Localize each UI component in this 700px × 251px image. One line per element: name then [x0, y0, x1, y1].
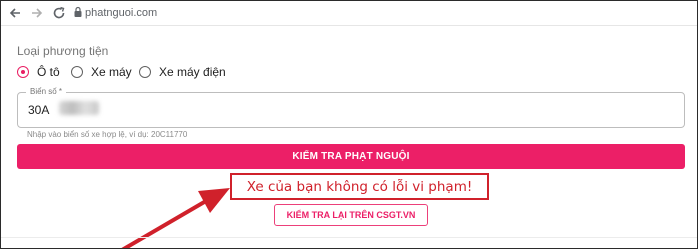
- result-highlight-box: Xe của bạn không có lỗi vi phạm!: [230, 173, 489, 200]
- plate-field-label: Biển số *: [26, 87, 67, 96]
- annotation-arrow-icon: [121, 188, 230, 248]
- back-arrow-icon[interactable]: [7, 5, 23, 21]
- radio-circle[interactable]: [17, 66, 29, 78]
- radio-circle[interactable]: [139, 66, 151, 78]
- lock-icon: [74, 6, 82, 17]
- plate-helper-text: Nhập vào biển số xe hợp lệ, ví dụ: 20C11…: [27, 130, 188, 139]
- blurred-plate-digits: [59, 101, 99, 115]
- reload-icon[interactable]: [51, 5, 67, 21]
- plate-number-value[interactable]: 30A: [28, 103, 49, 117]
- check-fines-button[interactable]: KIỂM TRA PHẠT NGUỘI: [17, 144, 685, 169]
- divider: [1, 237, 697, 238]
- vehicle-type-label: Loại phương tiện: [17, 44, 109, 58]
- result-message: Xe của bạn không có lỗi vi phạm!: [246, 178, 473, 195]
- plate-number-field[interactable]: Biển số * 30A: [17, 87, 685, 128]
- screenshot-frame: phatnguoi.com Loại phương tiện Ô tô Xe m…: [0, 0, 698, 249]
- radio-circle[interactable]: [71, 66, 83, 78]
- radio-motorbike[interactable]: Xe máy: [71, 63, 132, 81]
- recheck-csgt-button[interactable]: KIỂM TRA LẠI TRÊN CSGT.VN: [274, 204, 428, 226]
- radio-car[interactable]: Ô tô: [17, 63, 60, 81]
- radio-label: Xe máy: [91, 65, 132, 79]
- forward-arrow-icon[interactable]: [29, 5, 45, 21]
- radio-label: Xe máy điện: [159, 65, 226, 79]
- browser-toolbar: phatnguoi.com: [1, 1, 697, 26]
- page-content: Loại phương tiện Ô tô Xe máy Xe máy điện…: [1, 26, 697, 248]
- address-bar-url[interactable]: phatnguoi.com: [85, 7, 157, 19]
- radio-label: Ô tô: [37, 65, 60, 79]
- radio-electric-motorbike[interactable]: Xe máy điện: [139, 63, 226, 81]
